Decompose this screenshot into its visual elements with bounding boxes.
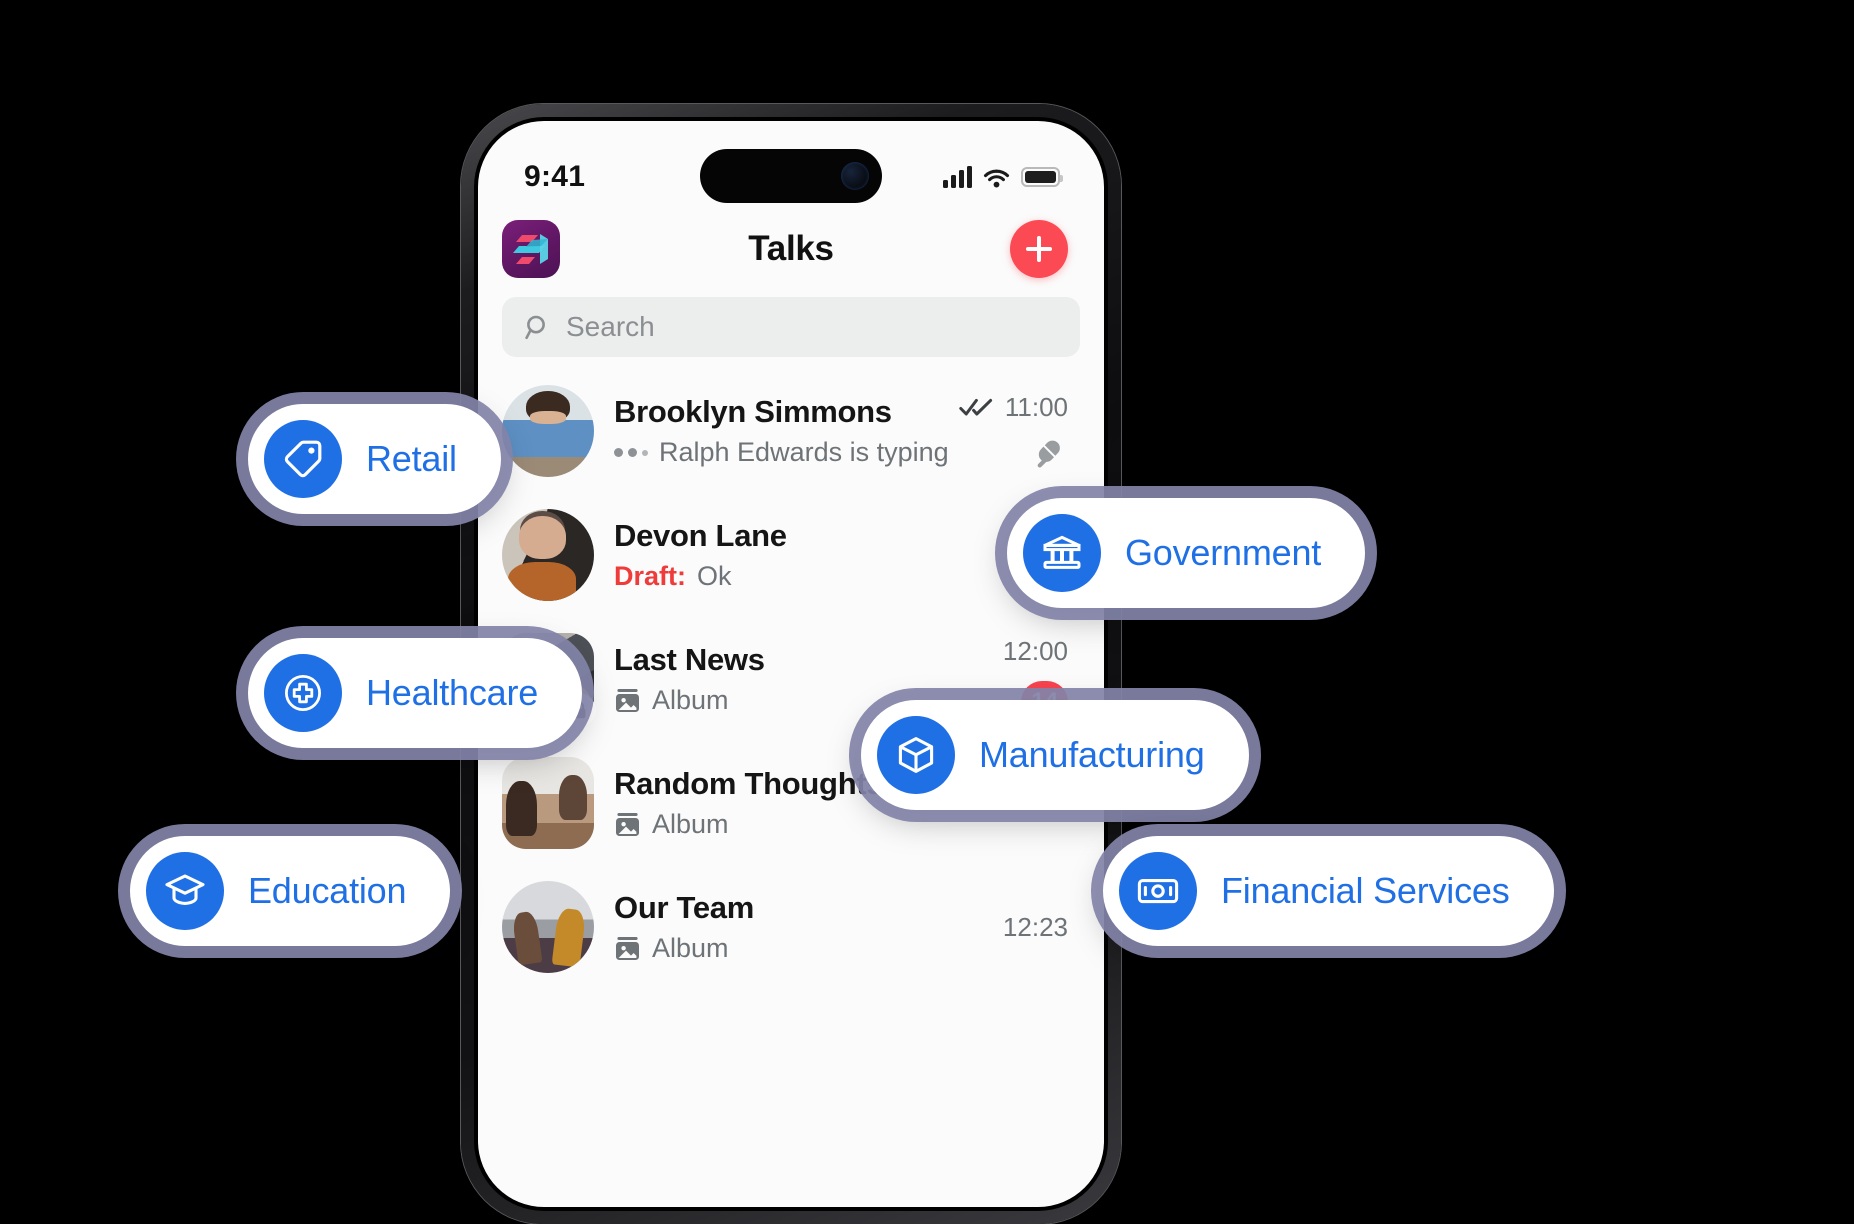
avatar-brooklyn-simmons[interactable]: [502, 385, 594, 477]
graduation-cap-icon: [146, 852, 224, 930]
chat-subtitle: Ok: [697, 561, 732, 591]
industry-pill-government[interactable]: Government: [1007, 498, 1366, 608]
album-image-icon: [616, 937, 639, 960]
industry-pill-financial-services[interactable]: Financial Services: [1103, 836, 1554, 946]
medical-cross-icon: [264, 654, 342, 732]
chat-name: Last News: [614, 642, 765, 677]
avatar-random-thoughts[interactable]: [502, 757, 594, 849]
chat-list-item[interactable]: Our Team Album 12:23: [478, 865, 1104, 989]
banknote-icon: [1119, 852, 1197, 930]
battery-full-icon: [1021, 167, 1063, 187]
chat-subtitle: Ralph Edwards is typing: [659, 437, 949, 467]
chat-subtitle: Album: [652, 809, 729, 839]
price-tag-icon: [264, 420, 342, 498]
chat-subtitle-row: Album: [614, 933, 944, 964]
chat-text-block: Brooklyn Simmons Ralph Edwards is typing: [614, 394, 949, 468]
chat-subtitle-row: Draft: Ok: [614, 561, 944, 592]
status-clock: 9:41: [524, 160, 586, 193]
industry-pill-manufacturing[interactable]: Manufacturing: [861, 700, 1249, 810]
search-placeholder: Search: [566, 311, 655, 342]
add-chat-button[interactable]: [1010, 220, 1068, 278]
chat-timestamp: 11:00: [1004, 391, 1068, 422]
album-image-icon: [616, 813, 639, 836]
chat-subtitle: Album: [652, 685, 729, 715]
cube-box-icon: [877, 716, 955, 794]
search-section: Search: [478, 291, 1104, 369]
chat-subtitle-row: Ralph Edwards is typing: [614, 437, 949, 468]
chat-subtitle-row: Album: [614, 809, 944, 840]
avatar-devon-lane[interactable]: [502, 509, 594, 601]
chat-meta: 11:00: [959, 392, 1068, 471]
dynamic-island: [700, 149, 882, 203]
chat-list-item[interactable]: Brooklyn Simmons Ralph Edwards is typing: [478, 369, 1104, 493]
draft-label: Draft:: [614, 561, 686, 591]
double-check-icon: [959, 398, 992, 416]
chat-timestamp: 12:00: [1002, 635, 1068, 666]
status-bar: 9:41: [478, 121, 1104, 207]
chat-meta: 12:23: [964, 912, 1068, 943]
bank-building-icon: [1023, 514, 1101, 592]
front-camera-icon: [841, 162, 869, 190]
search-input[interactable]: Search: [502, 297, 1080, 357]
nav-bar: Talks: [478, 207, 1104, 291]
industry-pill-retail[interactable]: Retail: [248, 404, 501, 514]
pin-icon[interactable]: [1034, 437, 1068, 471]
app-logo-icon[interactable]: [502, 220, 560, 278]
chat-subtitle: Album: [652, 933, 729, 963]
industry-pill-education[interactable]: Education: [130, 836, 451, 946]
chat-text-block: Devon Lane Draft: Ok: [614, 518, 944, 592]
chat-text-block: Our Team Album: [614, 890, 944, 964]
wifi-icon: [983, 169, 1010, 187]
typing-dots-icon: [614, 448, 648, 457]
industry-pill-label: Financial Services: [1221, 870, 1510, 911]
industry-pill-label: Manufacturing: [979, 734, 1205, 775]
chat-timestamp: 12:23: [1002, 911, 1068, 942]
industry-pill-label: Education: [248, 870, 407, 911]
avatar-our-team[interactable]: [502, 881, 594, 973]
chat-name: Brooklyn Simmons: [614, 394, 892, 429]
chat-name: Our Team: [614, 890, 755, 925]
scene: 9:41 Talks Search Brooklyn Simmons Ralph…: [0, 0, 1854, 1224]
chat-name: Devon Lane: [614, 518, 787, 553]
search-icon: [525, 315, 545, 339]
album-image-icon: [616, 689, 639, 712]
cellular-bars-icon: [943, 166, 972, 188]
industry-pill-healthcare[interactable]: Healthcare: [248, 638, 583, 748]
industry-pill-label: Retail: [366, 438, 457, 479]
industry-pill-label: Government: [1125, 532, 1322, 573]
industry-pill-label: Healthcare: [366, 672, 539, 713]
status-indicators: [943, 166, 1063, 188]
